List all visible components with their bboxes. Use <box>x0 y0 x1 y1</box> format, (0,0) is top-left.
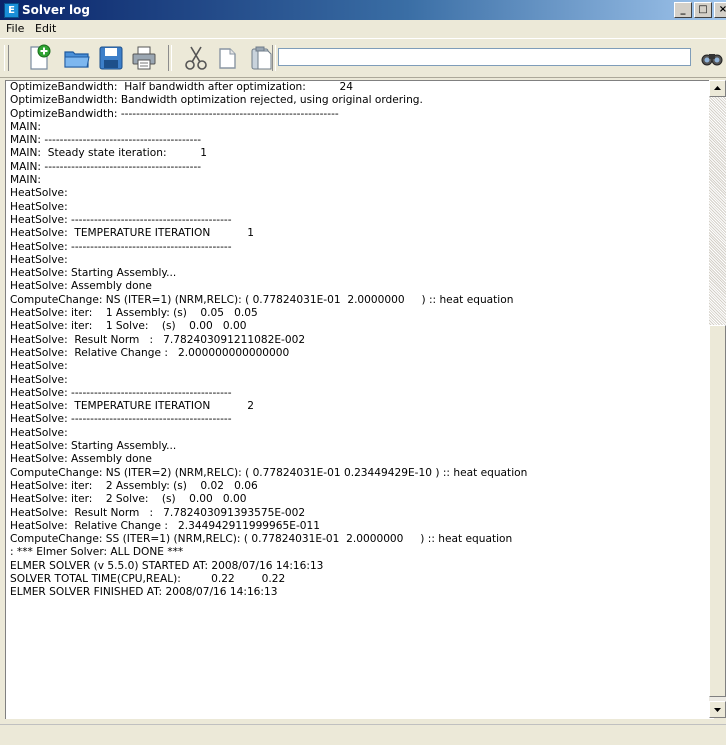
search-input[interactable] <box>278 48 691 66</box>
log-line: HeatSolve: <box>10 187 68 200</box>
scroll-down-button[interactable] <box>709 701 726 718</box>
copy-icon[interactable] <box>213 43 243 73</box>
minimize-button[interactable]: _ <box>674 2 692 18</box>
maximize-button[interactable]: □ <box>694 2 712 18</box>
log-line: OptimizeBandwidth: Bandwidth optimizatio… <box>10 94 423 107</box>
log-line: HeatSolve: Result Norm : 7.7824030912110… <box>10 333 306 346</box>
log-line: HeatSolve: -----------------------------… <box>10 413 232 426</box>
log-text-area[interactable]: OptimizeBandwidth: Half bandwidth after … <box>5 80 714 719</box>
log-line: HeatSolve: iter: 1 Assembly: (s) 0.05 0.… <box>10 307 258 320</box>
log-line: ELMER SOLVER FINISHED AT: 2008/07/16 14:… <box>10 586 278 599</box>
log-line: HeatSolve: Starting Assembly... <box>10 267 177 280</box>
log-line: : *** Elmer Solver: ALL DONE *** <box>10 546 184 559</box>
menu-edit[interactable]: Edit <box>35 22 56 35</box>
log-line: HeatSolve: Result Norm : 7.7824030913935… <box>10 506 306 519</box>
new-document-icon[interactable] <box>24 43 54 73</box>
solver-log-window: E Solver log _ □ × File Edit OptimizeBan… <box>0 0 726 745</box>
log-line: HeatSolve: <box>10 360 68 373</box>
log-lines: OptimizeBandwidth: Half bandwidth after … <box>10 81 527 600</box>
log-line: HeatSolve: Relative Change : 2.000000000… <box>10 346 290 359</box>
log-line: ComputeChange: NS (ITER=1) (NRM,RELC): (… <box>10 293 514 306</box>
toolbar-separator <box>168 45 172 71</box>
log-line: HeatSolve: -----------------------------… <box>10 386 232 399</box>
toolbar <box>0 38 726 78</box>
scroll-thumb[interactable] <box>709 325 726 697</box>
log-line: HeatSolve: <box>10 253 68 266</box>
log-line: HeatSolve: -----------------------------… <box>10 240 232 253</box>
cut-icon[interactable] <box>181 43 211 73</box>
close-button[interactable]: × <box>714 2 726 18</box>
log-line: HeatSolve: -----------------------------… <box>10 213 232 226</box>
scroll-track[interactable] <box>709 97 726 325</box>
log-line: OptimizeBandwidth: ---------------------… <box>10 107 339 120</box>
log-line: ELMER SOLVER (v 5.5.0) STARTED AT: 2008/… <box>10 559 324 572</box>
app-icon: E <box>4 3 19 18</box>
log-line: MAIN: <box>10 120 42 133</box>
binoculars-icon[interactable] <box>700 49 724 67</box>
window-title: Solver log <box>22 3 91 17</box>
log-line: HeatSolve: <box>10 373 68 386</box>
log-line: SOLVER TOTAL TIME(CPU,REAL): 0.22 0.22 <box>10 572 286 585</box>
toolbar-grip[interactable] <box>4 45 9 71</box>
log-line: HeatSolve: Starting Assembly... <box>10 440 177 453</box>
scroll-up-button[interactable] <box>709 80 726 97</box>
log-line: HeatSolve: Relative Change : 2.344942911… <box>10 519 321 532</box>
log-line: ComputeChange: SS (ITER=1) (NRM,RELC): (… <box>10 533 513 546</box>
log-line: OptimizeBandwidth: Half bandwidth after … <box>10 81 353 93</box>
toolbar-separator <box>272 45 276 71</box>
print-icon[interactable] <box>129 43 159 73</box>
log-line: MAIN: <box>10 174 42 187</box>
log-line: HeatSolve: iter: 2 Solve: (s) 0.00 0.00 <box>10 493 247 506</box>
log-line: ComputeChange: NS (ITER=2) (NRM,RELC): (… <box>10 466 528 479</box>
log-line: HeatSolve: Assembly done <box>10 280 152 293</box>
menu-file[interactable]: File <box>6 22 24 35</box>
log-line: HeatSolve: iter: 1 Solve: (s) 0.00 0.00 <box>10 320 247 333</box>
title-bar[interactable]: E Solver log _ □ × <box>0 0 726 20</box>
status-bar <box>0 724 726 745</box>
log-line: MAIN: Steady state iteration: 1 <box>10 147 207 160</box>
vertical-scrollbar[interactable] <box>709 80 726 718</box>
log-line: MAIN: ----------------------------------… <box>10 134 202 147</box>
log-line: HeatSolve: Assembly done <box>10 453 152 466</box>
log-line: HeatSolve: TEMPERATURE ITERATION 1 <box>10 227 255 240</box>
log-line: HeatSolve: iter: 2 Assembly: (s) 0.02 0.… <box>10 479 258 492</box>
window-controls: _ □ × <box>674 2 726 18</box>
open-folder-icon[interactable] <box>62 43 92 73</box>
log-line: HeatSolve: <box>10 426 68 439</box>
log-line: HeatSolve: <box>10 200 68 213</box>
menu-bar: File Edit <box>0 20 726 38</box>
log-line: MAIN: ----------------------------------… <box>10 160 202 173</box>
log-line: HeatSolve: TEMPERATURE ITERATION 2 <box>10 400 255 413</box>
save-icon[interactable] <box>96 43 126 73</box>
